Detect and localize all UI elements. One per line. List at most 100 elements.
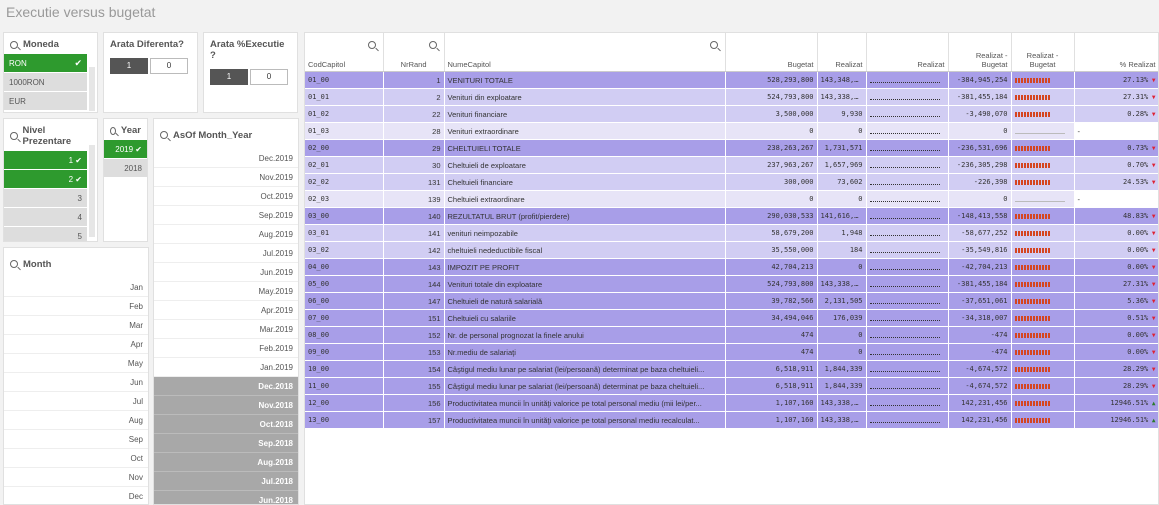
nivel-filter[interactable]: Nivel Prezentare 1 ✔ 2 ✔ 3 4 5 (3, 118, 98, 242)
scrollbar[interactable] (89, 145, 95, 237)
bar-icon (1041, 248, 1044, 254)
asof-item[interactable]: Feb.2019 (154, 339, 298, 358)
asof-item[interactable]: Nov.2018 (154, 396, 298, 415)
table-row[interactable]: 05_00 144 Venituri totale din exploatare 52… (305, 275, 1158, 293)
asof-item[interactable]: Nov.2019 (154, 168, 298, 187)
bar-icon (1029, 333, 1032, 339)
month-item[interactable]: Apr (4, 335, 148, 354)
month-item[interactable]: Jul (4, 392, 148, 411)
moneda-item-eur[interactable]: EUR (4, 92, 87, 111)
search-icon[interactable] (10, 132, 18, 140)
col-header-diff[interactable]: Realizat - Bugetat (948, 33, 1012, 72)
table-row[interactable]: 12_00 156 Productivitatea muncii în unităţ… (305, 394, 1158, 412)
asof-item[interactable]: Apr.2019 (154, 301, 298, 320)
search-icon[interactable] (110, 126, 116, 135)
executie-off-button[interactable]: 0 (250, 69, 288, 85)
table-row[interactable]: 06_00 147 Cheltuieli de natură salarială 39… (305, 292, 1158, 310)
nivel-item[interactable]: 2 ✔ (4, 170, 87, 189)
table-row[interactable]: 09_00 153 Nr.mediu de salariaţi 474 0 -474 0.0… (305, 343, 1158, 361)
search-icon[interactable] (10, 40, 18, 49)
asof-item[interactable]: Aug.2019 (154, 225, 298, 244)
asof-filter[interactable]: AsOf Month_Year Dec.2019 Nov.2019 Oct.2019… (153, 118, 299, 505)
asof-item[interactable]: Mar.2019 (154, 320, 298, 339)
asof-item[interactable]: Oct.2019 (154, 187, 298, 206)
month-item[interactable]: Sep (4, 430, 148, 449)
asof-item[interactable]: Jul.2018 (154, 472, 298, 491)
year-item[interactable]: 2019 ✔ (104, 140, 147, 159)
table-row[interactable]: 03_02 142 cheltuieli nedeductibile fiscal 3… (305, 241, 1158, 259)
col-header-realizat[interactable]: Realizat (817, 33, 867, 72)
col-header-nrrand[interactable]: NrRand (383, 33, 445, 72)
month-item[interactable]: May (4, 354, 148, 373)
executie-on-button[interactable]: 1 (210, 69, 248, 85)
year-item[interactable]: 2018 (104, 159, 147, 178)
asof-item[interactable]: Sep.2018 (154, 434, 298, 453)
asof-item[interactable]: Jun.2018 (154, 491, 298, 504)
year-filter[interactable]: Year 2019 ✔ 2018 (103, 118, 148, 242)
table-row[interactable]: 03_01 141 venituri neimpozabile 58,679,200 1… (305, 224, 1158, 242)
asof-item[interactable]: Jul.2019 (154, 244, 298, 263)
month-item[interactable]: Nov (4, 468, 148, 487)
cell-realizat: 0 (817, 258, 867, 276)
month-filter[interactable]: Month Jan Feb Mar Apr May Jun Jul Aug Sep Oct Nov D… (3, 247, 149, 505)
cell-nrrand: 157 (383, 411, 445, 429)
search-icon[interactable] (367, 41, 376, 49)
table-row[interactable]: 01_03 28 Venituri extraordinare 0 0 0- (305, 122, 1158, 140)
bar-icon (1014, 180, 1017, 186)
asof-item[interactable]: May.2019 (154, 282, 298, 301)
table-row[interactable]: 01_00 1 VENITURI TOTALE 528,293,800 143,348,… (305, 71, 1158, 89)
asof-item[interactable]: Dec.2019 (154, 149, 298, 168)
col-header-numecapitol[interactable]: NumeCapitol (444, 33, 726, 72)
bar-icon (1020, 418, 1023, 424)
month-item[interactable]: Feb (4, 297, 148, 316)
search-icon[interactable] (709, 41, 718, 49)
col-header-diff-bars[interactable]: Realizat - Bugetat (1011, 33, 1075, 72)
asof-item[interactable]: Oct.2018 (154, 415, 298, 434)
asof-item[interactable]: Jan.2019 (154, 358, 298, 377)
table-row[interactable]: 02_02 131 Cheltuieli financiare 300,000 73,6… (305, 173, 1158, 191)
col-header-codcapitol[interactable]: CodCapitol (305, 33, 384, 72)
col-header-pct[interactable]: % Realizat (1074, 33, 1158, 72)
table-row[interactable]: 10_00 154 Câştigul mediu lunar pe salariat… (305, 360, 1158, 378)
table-row[interactable]: 01_02 22 Venituri financiare 3,500,000 9,930… (305, 105, 1158, 123)
table-row[interactable]: 01_01 2 Venituri din exploatare 524,793,800… (305, 88, 1158, 106)
asof-item[interactable]: Aug.2018 (154, 453, 298, 472)
cell-codcapitol: 01_01 (305, 88, 384, 106)
diferenta-on-button[interactable]: 1 (110, 58, 148, 74)
table-row[interactable]: 02_03 139 Cheltuieli extraordinare 0 0 0- (305, 190, 1158, 208)
moneda-filter[interactable]: Moneda RON ✔ 1000RON EUR (3, 32, 98, 113)
table-row[interactable]: 08_00 152 Nr. de personal prognozat la fin… (305, 326, 1158, 344)
month-item[interactable]: Oct (4, 449, 148, 468)
search-icon[interactable] (428, 41, 437, 49)
table-row[interactable]: 07_00 151 Cheltuieli cu salariile 34,494,04… (305, 309, 1158, 327)
table-row[interactable]: 02_00 29 CHELTUIELI TOTALE 238,263,267 1,731… (305, 139, 1158, 157)
table-row[interactable]: 03_00 140 REZULTATUL BRUT (profit/pierdere… (305, 207, 1158, 225)
month-item[interactable]: Mar (4, 316, 148, 335)
search-icon[interactable] (10, 260, 18, 268)
col-header-realizat-spark[interactable]: Realizat (866, 33, 949, 72)
moneda-item-ron[interactable]: RON ✔ (4, 54, 87, 73)
nivel-item[interactable]: 5 (4, 227, 87, 241)
nivel-item[interactable]: 1 ✔ (4, 151, 87, 170)
nivel-item[interactable]: 4 (4, 208, 87, 227)
month-item[interactable]: Jun (4, 373, 148, 392)
table-row[interactable]: 02_01 30 Cheltuieli de exploatare 237,963,2… (305, 156, 1158, 174)
search-icon[interactable] (160, 131, 168, 139)
asof-item[interactable]: Sep.2019 (154, 206, 298, 225)
cell-nrrand: 144 (383, 275, 445, 293)
table-row[interactable]: 11_00 155 Câştigul mediu lunar pe salariat… (305, 377, 1158, 395)
table-row[interactable]: 13_00 157 Productivitatea muncii în unităţ… (305, 411, 1158, 429)
diferenta-off-button[interactable]: 0 (150, 58, 188, 74)
month-item[interactable]: Jan (4, 278, 148, 297)
month-item[interactable]: Dec (4, 487, 148, 504)
asof-item[interactable]: Dec.2018 (154, 377, 298, 396)
table-row[interactable]: 04_00 143 IMPOZIT PE PROFIT 42,704,213 0 -42,… (305, 258, 1158, 276)
col-header-bugetat[interactable]: Bugetat (725, 33, 818, 72)
moneda-item-1000ron[interactable]: 1000RON (4, 73, 87, 92)
bar-icon (1032, 333, 1035, 339)
nivel-item[interactable]: 3 (4, 189, 87, 208)
month-item[interactable]: Aug (4, 411, 148, 430)
bar-icon (1041, 214, 1044, 220)
scrollbar[interactable] (89, 67, 95, 111)
asof-item[interactable]: Jun.2019 (154, 263, 298, 282)
